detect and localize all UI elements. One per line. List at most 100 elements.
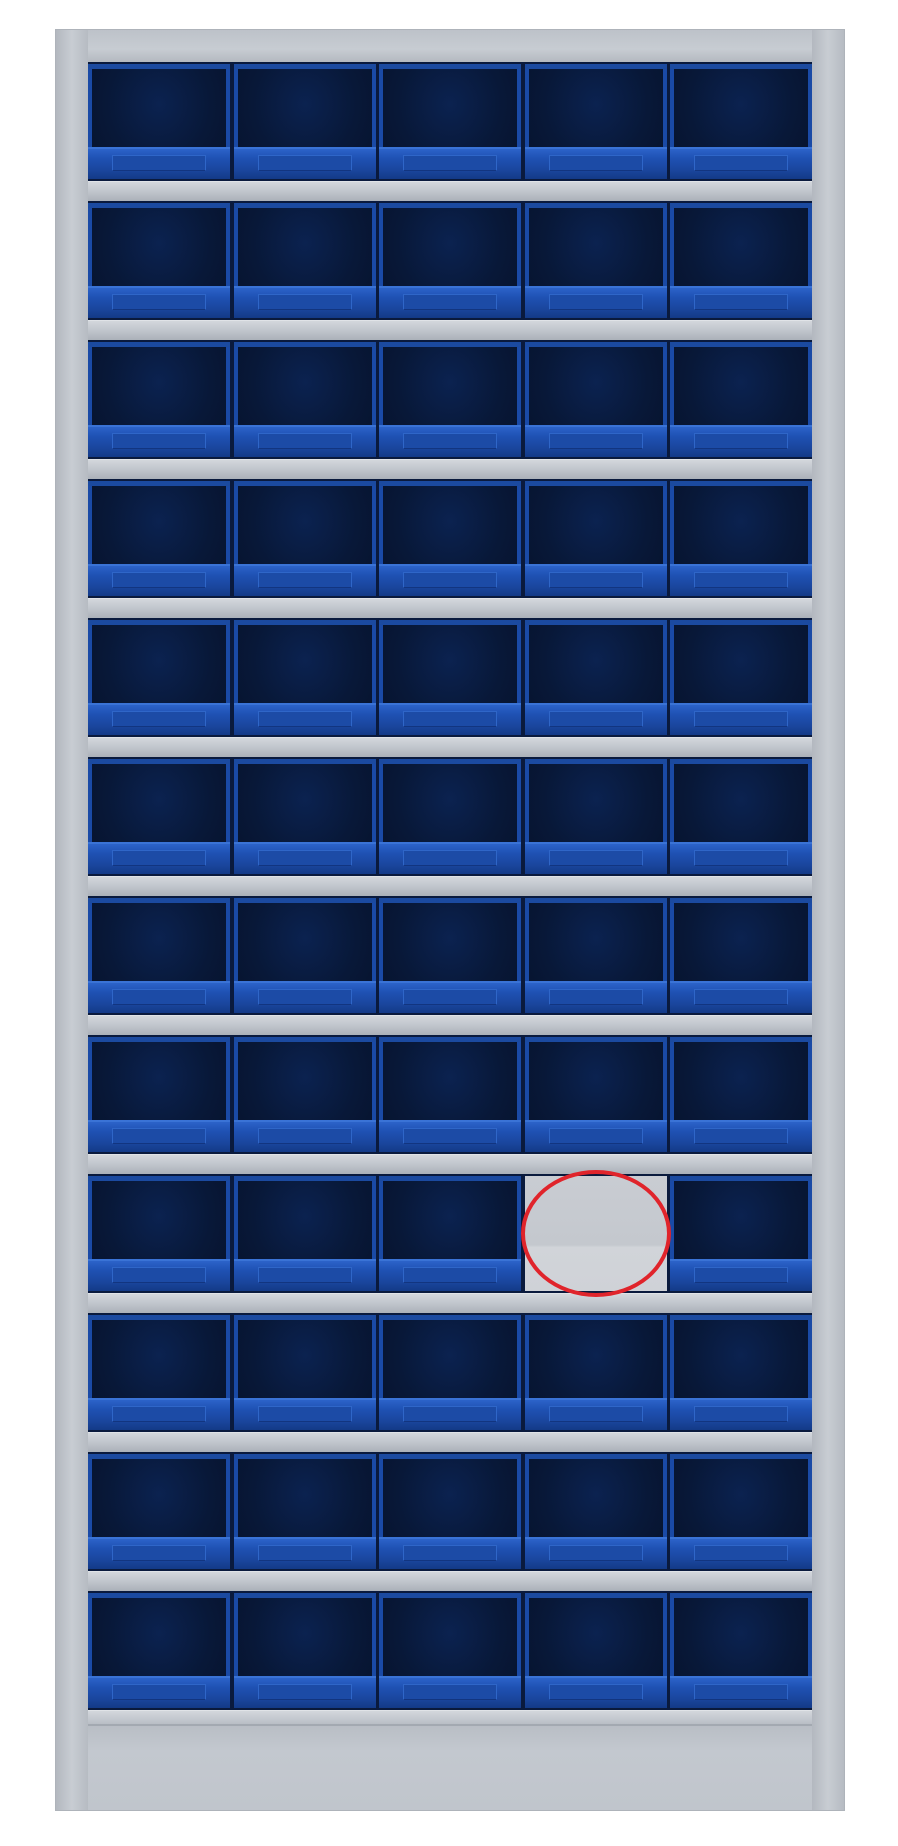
shelf-bay-row-11 [88, 1452, 812, 1571]
bin-rim [88, 1593, 230, 1598]
bin-label-slot [694, 989, 788, 1005]
bin-label-slot [257, 1684, 352, 1700]
bin-label-slot [112, 155, 206, 171]
bin-label-slot [403, 1684, 497, 1700]
shelf-3 [88, 459, 812, 481]
storage-cabinet [56, 30, 844, 1810]
bin-rim [88, 759, 230, 764]
bin-rim [379, 1176, 521, 1181]
bin-rim [524, 1315, 667, 1320]
bin-label-slot [112, 572, 206, 588]
storage-bin [88, 898, 230, 1013]
storage-bin [379, 1593, 521, 1708]
bin-label-slot [403, 433, 497, 449]
storage-bin [379, 1037, 521, 1152]
bin-rim [524, 1593, 667, 1598]
bin-rim [88, 64, 230, 69]
bin-rim [379, 342, 521, 347]
storage-bin [379, 64, 521, 179]
storage-bin [233, 64, 376, 179]
bin-label-slot [548, 1684, 643, 1700]
bin-label-slot [548, 1545, 643, 1561]
bin-rim [233, 1315, 376, 1320]
cabinet-right-upright [812, 30, 844, 1810]
bin-label-slot [112, 989, 206, 1005]
bin-label-slot [548, 711, 643, 727]
bin-rim [233, 1454, 376, 1459]
shelf-11 [88, 1571, 812, 1593]
shelf-10 [88, 1432, 812, 1454]
storage-bin [670, 1454, 812, 1569]
bin-rim [379, 1037, 521, 1042]
storage-bin [670, 64, 812, 179]
storage-bin [670, 203, 812, 318]
bin-label-slot [112, 1684, 206, 1700]
shelf-6 [88, 876, 812, 898]
bin-label-slot [403, 711, 497, 727]
bin-label-slot [548, 155, 643, 171]
storage-bin [524, 898, 667, 1013]
storage-bin [233, 898, 376, 1013]
bin-label-slot [257, 294, 352, 310]
shelf-8 [88, 1154, 812, 1176]
bin-rim [88, 1037, 230, 1042]
storage-bin [88, 1315, 230, 1430]
storage-bin [379, 1176, 521, 1291]
storage-bin [524, 1454, 667, 1569]
bin-label-slot [257, 1406, 352, 1422]
bin-label-slot [112, 711, 206, 727]
shelf-bay-row-8 [88, 1035, 812, 1154]
shelf-bay-row-6 [88, 757, 812, 876]
bin-rim [233, 342, 376, 347]
shelf-9 [88, 1293, 812, 1315]
bin-label-slot [112, 1267, 206, 1283]
bin-label-slot [257, 433, 352, 449]
bin-label-slot [694, 1406, 788, 1422]
bin-label-slot [694, 1267, 788, 1283]
bin-label-slot [403, 1267, 497, 1283]
storage-bin [379, 1315, 521, 1430]
storage-bin [233, 481, 376, 596]
bin-label-slot [257, 850, 352, 866]
bin-rim [233, 1593, 376, 1598]
bin-label-slot [548, 1128, 643, 1144]
bin-label-slot [548, 1406, 643, 1422]
shelf-bay-row-7 [88, 896, 812, 1015]
bin-label-slot [257, 155, 352, 171]
bin-label-slot [257, 1267, 352, 1283]
storage-bin [524, 203, 667, 318]
bin-label-slot [694, 711, 788, 727]
bin-rim [88, 1176, 230, 1181]
bin-label-slot [403, 850, 497, 866]
storage-bin [88, 342, 230, 457]
bin-rim [670, 620, 812, 625]
bin-label-slot [694, 1545, 788, 1561]
bin-rim [379, 481, 521, 486]
bin-label-slot [403, 572, 497, 588]
bin-label-slot [403, 1128, 497, 1144]
storage-bin [670, 481, 812, 596]
bin-rim [379, 1454, 521, 1459]
bin-rim [670, 1593, 812, 1598]
bin-rim [524, 620, 667, 625]
bin-label-slot [112, 433, 206, 449]
bin-label-slot [548, 850, 643, 866]
missing-bin-highlight [520, 1170, 671, 1297]
bin-label-slot [112, 294, 206, 310]
bin-label-slot [548, 294, 643, 310]
bin-rim [233, 620, 376, 625]
storage-bin [379, 898, 521, 1013]
bin-rim [379, 203, 521, 208]
bin-label-slot [694, 850, 788, 866]
cabinet-left-upright [56, 30, 88, 1810]
bin-label-slot [257, 1545, 352, 1561]
storage-bin [88, 203, 230, 318]
storage-bin [670, 1037, 812, 1152]
storage-bin [670, 759, 812, 874]
bin-rim [670, 1037, 812, 1042]
bin-label-slot [403, 1406, 497, 1422]
storage-bin [379, 759, 521, 874]
bin-label-slot [257, 1128, 352, 1144]
bin-rim [88, 342, 230, 347]
storage-bin [524, 1037, 667, 1152]
